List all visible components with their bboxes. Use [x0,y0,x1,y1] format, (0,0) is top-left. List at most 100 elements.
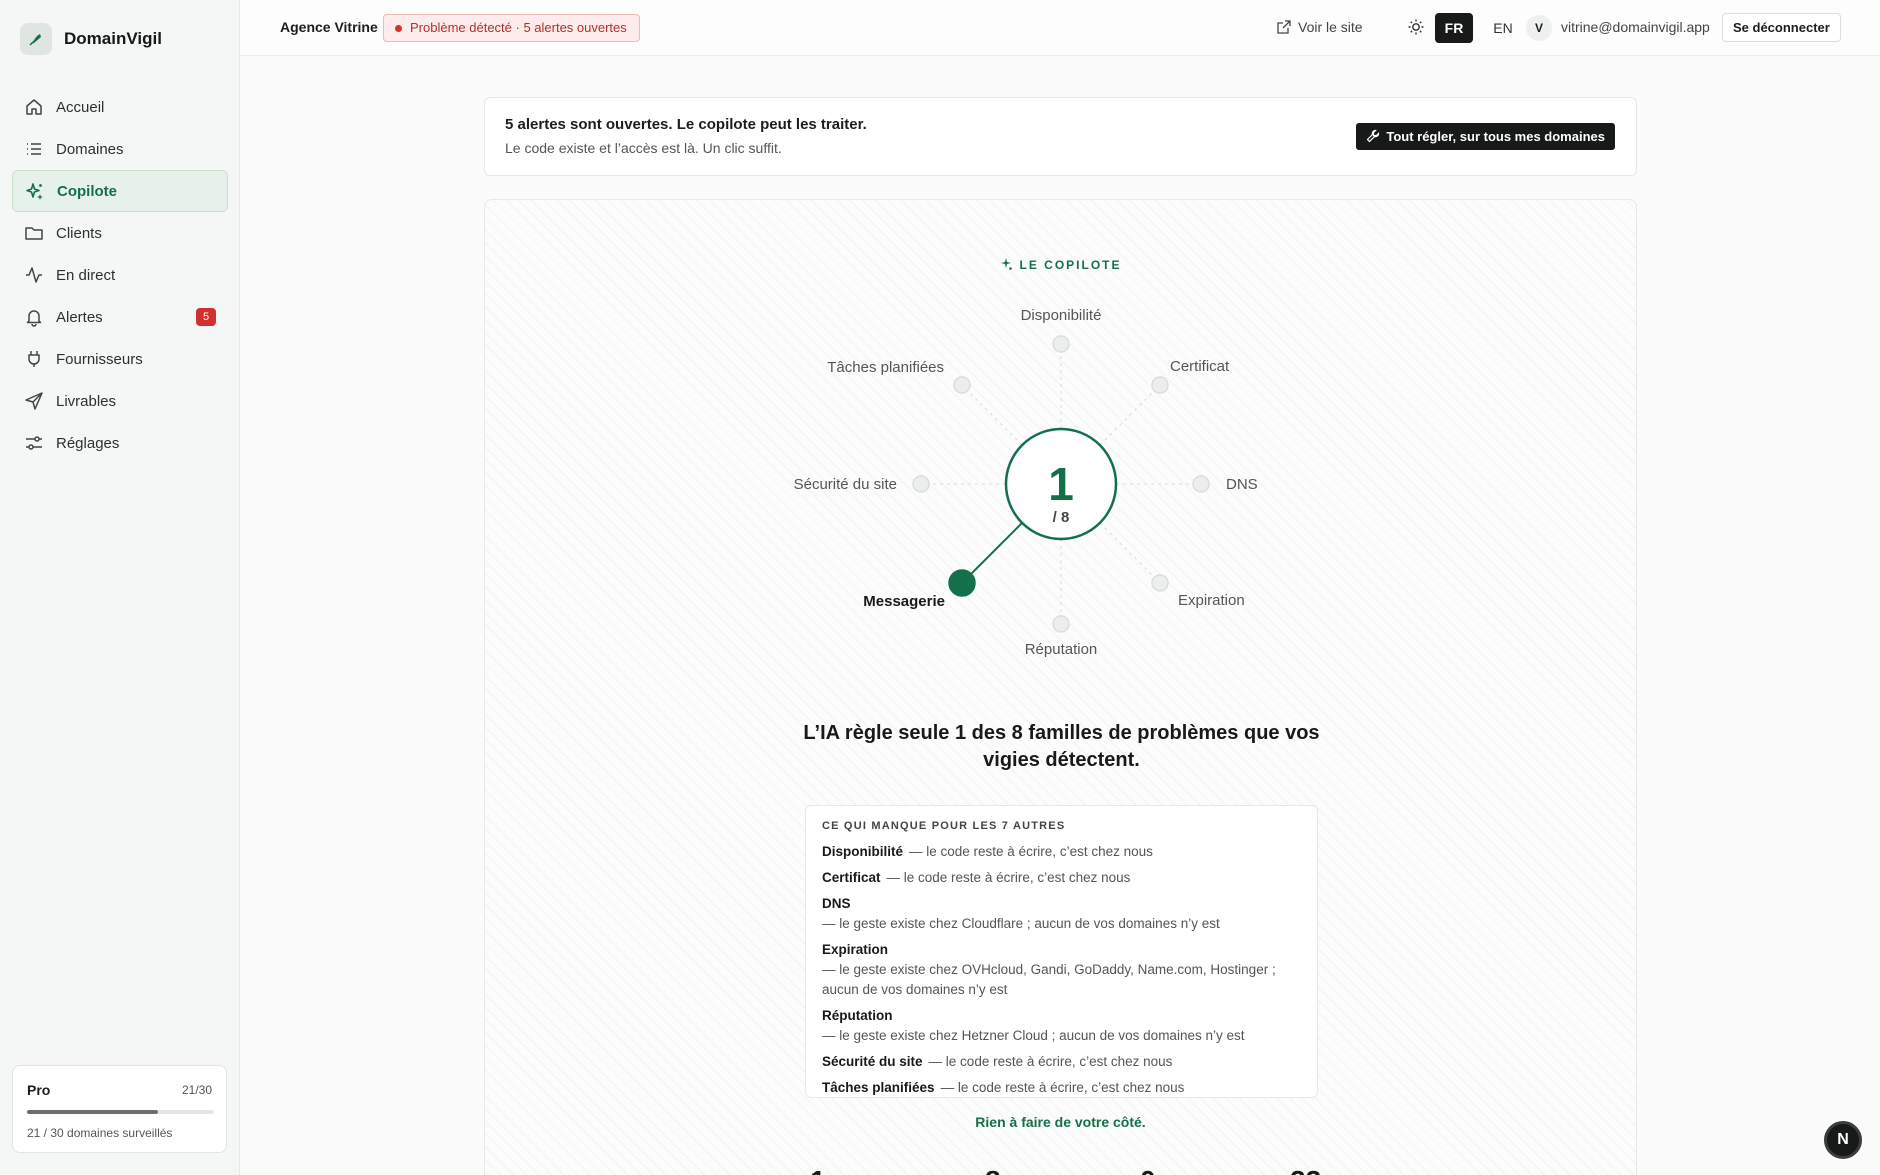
missing-row: Disponibilité — le code reste à écrire, c… [822,842,1301,862]
plan-progress-fill [27,1110,158,1114]
missing-row-desc: — le code reste à écrire, c’est chez nou… [909,844,1153,859]
activity-icon [26,267,42,283]
view-site-link[interactable]: Voir le site [1277,19,1363,35]
plan-count: 21/30 [181,1083,212,1097]
bottom-stat-value: 1 [810,1165,826,1175]
sidebar-item-label: Réglages [56,434,120,452]
family-connector [1099,384,1161,446]
logout-button[interactable]: Se déconnecter [1722,13,1841,42]
missing-list: Disponibilité — le code reste à écrire, c… [822,842,1301,1098]
missing-list-title: CE QUI MANQUE POUR LES 7 AUTRES [822,820,1066,832]
solved-count-total: / 8 [1053,509,1070,526]
alert-banner: 5 alertes sont ouvertes. Le copilote peu… [484,97,1637,176]
external-link-icon [1277,20,1291,34]
family-node [1151,376,1169,394]
plan-card: Pro 21/30 21 / 30 domaines surveillés [12,1065,227,1153]
sidebar-item-livrables[interactable]: Livrables [12,380,228,422]
family-node [1192,475,1210,493]
missing-row-name: Sécurité du site [822,1054,923,1069]
missing-row: Expiration — le geste existe chez OVHclou… [822,940,1301,1000]
sidebar-item-label: Fournisseurs [56,350,143,368]
family-label: Certificat [1170,358,1230,375]
fix-all-button[interactable]: Tout régler, sur tous mes domaines [1356,123,1615,150]
sidebar-item-domaines[interactable]: Domaines [12,128,228,170]
missing-row: Sécurité du site — le code reste à écrire… [822,1052,1301,1072]
missing-row-desc: — le code reste à écrire, c’est chez nou… [886,870,1131,885]
plug-icon [28,351,40,367]
missing-row-name: Réputation [822,1008,893,1023]
missing-row: Tâches planifiées — le code reste à écrir… [822,1078,1301,1098]
view-site-label: Voir le site [1298,19,1363,35]
sun-icon[interactable] [1407,18,1425,36]
banner-title: 5 alertes sont ouvertes. Le copilote peu… [505,116,867,133]
bottom-stats: 1 8 0 22 [485,1165,1636,1175]
family-label: DNS [1226,476,1258,493]
sidebar-item-label: Alertes [56,308,103,326]
family-node [948,569,976,597]
sidebar-item-label: Clients [56,224,102,242]
family-node [1052,335,1070,353]
bottom-stat-value: 0 [1140,1165,1156,1175]
app-name: DomainVigil [64,29,162,48]
user-email: vitrine@domainvigil.app [1561,19,1710,35]
family-label: Réputation [1025,641,1098,658]
status-dot-icon [395,25,402,32]
avatar[interactable]: V [1526,15,1552,41]
lang-fr-button[interactable]: FR [1435,13,1473,43]
sidebar-item-reglages[interactable]: Réglages [12,422,228,464]
missing-row-name: Expiration [822,942,889,957]
plan-subtitle: 21 / 30 domaines surveillés [27,1126,173,1140]
sidebar-item-clients[interactable]: Clients [12,212,228,254]
family-node [953,376,971,394]
family-label: Tâches planifiées [827,359,944,376]
sidebar-item-en-direct[interactable]: En direct [12,254,228,296]
logo-icon [20,23,52,55]
fix-all-label: Tout régler, sur tous mes domaines [1386,129,1605,144]
copilot-radial-diagram: Disponibilité Certificat DNS Expiration Répu… [794,307,1258,658]
family-node [1052,615,1070,633]
folder-icon [25,227,43,240]
brand[interactable]: DomainVigil [20,23,162,55]
bottom-stat-value: 8 [985,1165,1001,1175]
alert-count-badge: 5 [196,308,216,326]
sparkles-icon [26,183,43,200]
missing-row: DNS — le geste existe chez Cloudflare ; a… [822,894,1301,934]
missing-row-name: DNS [822,896,851,911]
status-badge[interactable]: Problème détecté · 5 alertes ouvertes [383,14,640,42]
missing-row-desc: — le geste existe chez Hetzner Cloud ; a… [822,1028,1245,1043]
sidebar-item-alertes[interactable]: Alertes 5 [12,296,228,338]
missing-row-name: Disponibilité [822,844,903,859]
status-text: Problème détecté · 5 alertes ouvertes [410,20,627,35]
bell-icon [26,310,42,327]
bottom-stat-value: 22 [1290,1165,1321,1175]
wrench-icon [1366,129,1380,143]
sidebar-item-label: Domaines [56,140,124,158]
list-icon [27,143,41,155]
top-header: Agence Vitrine Problème détecté · 5 aler… [240,0,1880,56]
family-label: Sécurité du site [794,476,897,493]
sidebar-item-label: En direct [56,266,116,284]
missing-row-name: Certificat [822,870,881,885]
banner-subtitle: Le code existe et l’accès est là. Un cli… [505,140,782,156]
missing-row: Réputation — le geste existe chez Hetzner… [822,1006,1301,1046]
family-node [912,475,930,493]
sidebar-item-fournisseurs[interactable]: Fournisseurs [12,338,228,380]
assistant-fab-button[interactable]: N [1824,1121,1862,1159]
family-node [1151,574,1169,592]
nothing-to-do-text: Rien à faire de votre côté. [975,1114,1146,1130]
plan-name: Pro [27,1082,51,1098]
missing-row-desc: — le code reste à écrire, c’est chez nou… [940,1080,1185,1095]
sidebar: DomainVigil Accueil Domaines Copilote Clien… [0,0,240,1175]
family-connector [1099,522,1161,584]
sidebar-item-label: Accueil [56,98,105,116]
family-connector [961,384,1023,446]
copilot-headline: L’IA règle seule 1 des 8 familles de pro… [803,722,1320,771]
solved-count-value: 1 [1048,458,1074,510]
family-label: Messagerie [863,593,945,610]
sidebar-item-accueil[interactable]: Accueil [12,86,228,128]
sidebar-item-copilote[interactable]: Copilote [12,170,228,212]
missing-row-name: Tâches planifiées [822,1080,935,1095]
copilot-card: LE COPILOTE Disponibilité Certificat DNS Ex… [484,199,1637,1175]
sliders-icon [26,436,42,450]
lang-en-button[interactable]: EN [1485,13,1521,43]
